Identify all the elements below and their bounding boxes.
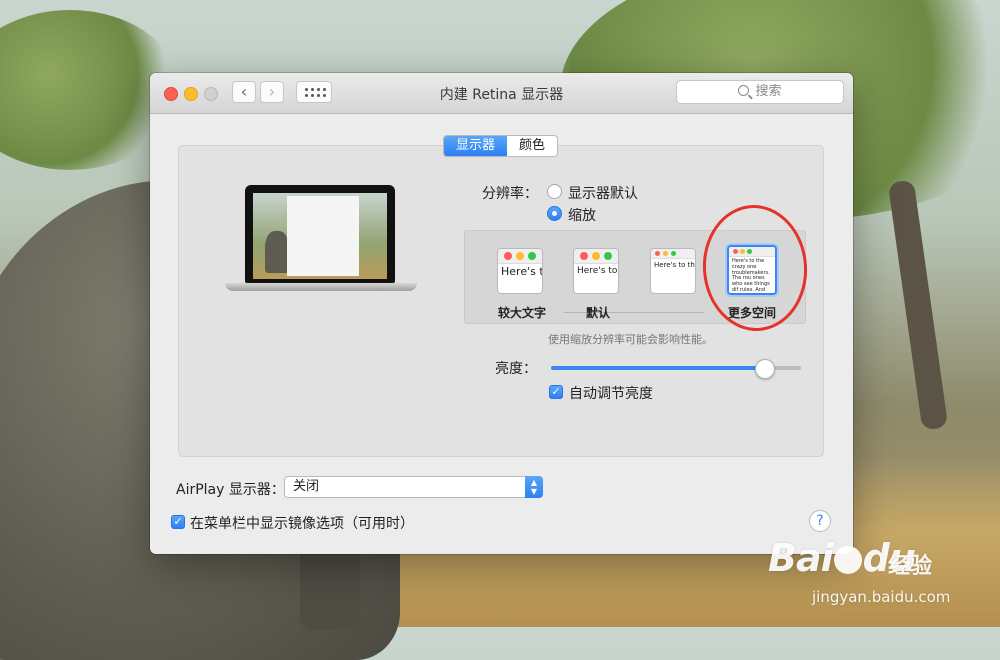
question-mark-icon: ?: [816, 513, 824, 529]
airplay-selected-value: 关闭: [293, 479, 320, 494]
brightness-slider[interactable]: [551, 359, 801, 379]
scale-preview-text: Here's to the crazy one troublemakers. T…: [732, 258, 770, 293]
mirroring-checkbox[interactable]: ✓: [171, 515, 185, 529]
scaling-performance-note: 使用缩放分辨率可能会影响性能。: [548, 333, 713, 346]
updown-chevron-icon: ▲ ▼: [525, 476, 543, 498]
watermark-product: 经验: [888, 554, 933, 579]
scale-divider: [564, 312, 704, 313]
search-icon: [738, 85, 750, 96]
tab-color[interactable]: 颜色: [507, 136, 558, 156]
brightness-slider-knob[interactable]: [754, 359, 775, 379]
search-field[interactable]: 搜索: [676, 80, 844, 104]
title-bar: ‹ › 内建 Retina 显示器 搜索: [150, 73, 853, 114]
tab-display[interactable]: 显示器: [444, 136, 508, 156]
auto-brightness-label[interactable]: 自动调节亮度: [569, 383, 653, 403]
display-preferences-window: ‹ › 内建 Retina 显示器 搜索 显示器 颜色 分辨率： 显示器默认 缩…: [150, 73, 853, 554]
airplay-display-select[interactable]: 关闭 ▲ ▼: [284, 476, 543, 498]
scale-preview-text: Here's to t troublemak ones who s: [577, 266, 618, 276]
watermark-brand: Bai: [768, 536, 834, 580]
scale-caption-default: 默认: [586, 306, 611, 320]
airplay-label: AirPlay 显示器：: [176, 482, 285, 498]
paw-icon: [833, 546, 862, 574]
brightness-label: 亮度：: [495, 361, 537, 377]
scale-option-more[interactable]: Here's to the cr troublemakers. T ones w…: [650, 248, 696, 294]
checkmark-icon: ✓: [551, 385, 561, 398]
search-placeholder: 搜索: [755, 84, 782, 99]
tab-control: 显示器 颜色: [443, 135, 559, 157]
resolution-label: 分辨率：: [482, 186, 538, 202]
scale-preview-text: Here's to troublem: [501, 265, 542, 278]
radio-scaled[interactable]: [547, 206, 562, 221]
scale-caption-larger-text: 较大文字: [498, 306, 547, 320]
scale-option-more-space[interactable]: Here's to the crazy one troublemakers. T…: [727, 245, 777, 295]
radio-display-default[interactable]: [547, 184, 562, 199]
option-display-default-label[interactable]: 显示器默认: [568, 183, 638, 203]
scale-preview-text: Here's to the cr troublemakers. T ones w…: [654, 261, 695, 269]
watermark-url: jingyan.baidu.com: [812, 588, 951, 606]
scale-option-default[interactable]: Here's to t troublemak ones who s: [573, 248, 619, 294]
brightness-slider-fill: [551, 366, 764, 370]
option-scaled-label[interactable]: 缩放: [568, 205, 596, 225]
scale-option-larger-text[interactable]: Here's to troublem: [497, 248, 543, 294]
scale-caption-more-space: 更多空间: [728, 306, 777, 320]
checkmark-icon: ✓: [173, 515, 183, 528]
help-button[interactable]: ?: [809, 510, 831, 532]
auto-brightness-checkbox[interactable]: ✓: [549, 385, 563, 399]
mirroring-label[interactable]: 在菜单栏中显示镜像选项（可用时）: [190, 513, 414, 533]
